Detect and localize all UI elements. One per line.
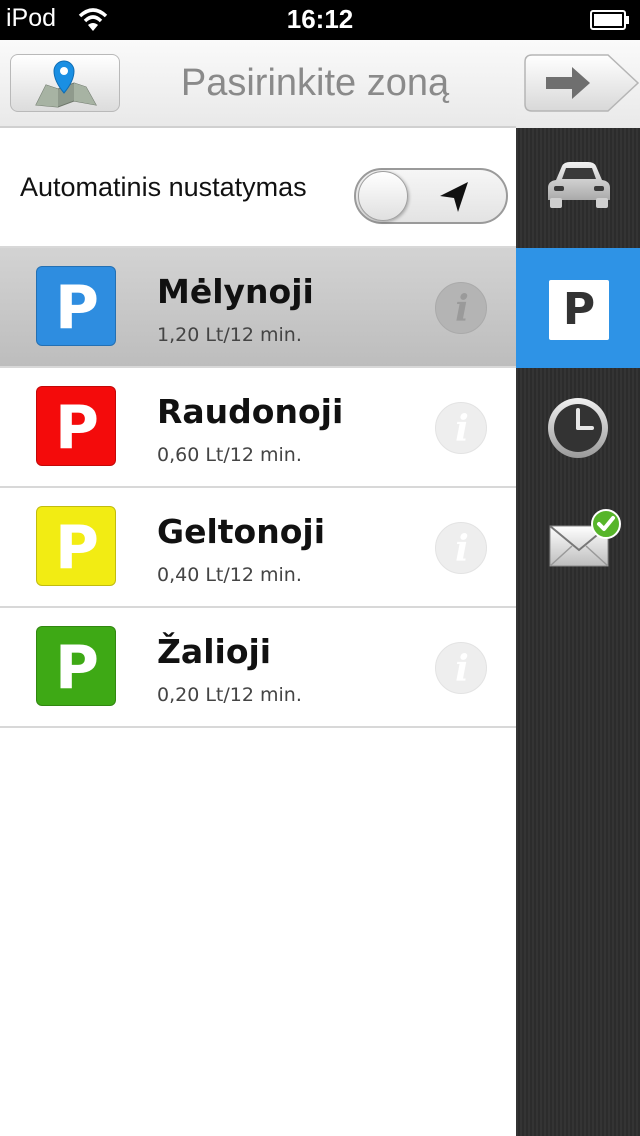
parking-badge-yellow: P [36,506,116,586]
sidebar-item-history[interactable] [516,368,640,488]
forward-button[interactable] [524,54,640,112]
forward-area [516,40,640,128]
parking-badge-letter: P [55,273,99,343]
parking-icon-letter: P [562,284,596,335]
info-icon[interactable]: i [435,522,487,574]
info-glyph: i [455,408,469,450]
map-button[interactable] [10,54,120,112]
zone-panel: Pasirinkite zoną Automatinis nustatymas … [0,40,516,1136]
toggle-knob[interactable] [358,171,408,221]
zone-price: 0,60 Lt/12 min. [157,444,302,466]
info-icon[interactable]: i [435,282,487,334]
parking-badge-red: P [36,386,116,466]
zone-row-melynoji[interactable]: P Mėlynoji 1,20 Lt/12 min. i [0,248,516,368]
parking-badge-blue: P [36,266,116,346]
zone-row-zalioji[interactable]: P Žalioji 0,20 Lt/12 min. i [0,608,516,728]
zone-row-geltonoji[interactable]: P Geltonoji 0,40 Lt/12 min. i [0,488,516,608]
zone-name: Žalioji [157,632,272,671]
zone-name: Geltonoji [157,512,326,551]
zone-row-raudonoji[interactable]: P Raudonoji 0,60 Lt/12 min. i [0,368,516,488]
page-title: Pasirinkite zoną [180,62,450,104]
battery-icon [590,10,629,30]
info-glyph: i [455,648,469,690]
zone-price: 1,20 Lt/12 min. [157,324,302,346]
zone-price: 0,20 Lt/12 min. [157,684,302,706]
parking-badge-green: P [36,626,116,706]
car-icon [548,162,610,208]
location-arrow-icon [440,182,468,212]
auto-detect-row: Automatinis nustatymas [0,128,516,248]
mail-check-icon [549,509,621,567]
auto-detect-toggle[interactable] [354,168,508,224]
info-glyph: i [455,528,469,570]
zone-price: 0,40 Lt/12 min. [157,564,302,586]
info-icon[interactable]: i [435,402,487,454]
zone-list: P Mėlynoji 1,20 Lt/12 min. i P Raudonoji… [0,248,516,728]
zone-name: Mėlynoji [157,272,314,311]
info-icon[interactable]: i [435,642,487,694]
parking-badge-letter: P [55,393,99,463]
nav-header: Pasirinkite zoną [0,40,516,128]
sidebar-item-parking[interactable]: P [516,248,640,368]
sidebar-item-car[interactable] [516,128,640,248]
zone-name: Raudonoji [157,392,344,431]
clock-icon [548,398,608,458]
parking-badge-letter: P [55,633,99,703]
sidebar-item-messages[interactable] [516,488,640,608]
side-menu: P [516,40,640,1136]
parking-badge-letter: P [55,513,99,583]
auto-detect-label: Automatinis nustatymas [20,172,307,202]
info-glyph: i [455,288,469,330]
map-pin-icon [35,60,97,108]
status-bar: iPod 16:12 [0,0,640,40]
clock-time: 16:12 [286,4,354,34]
